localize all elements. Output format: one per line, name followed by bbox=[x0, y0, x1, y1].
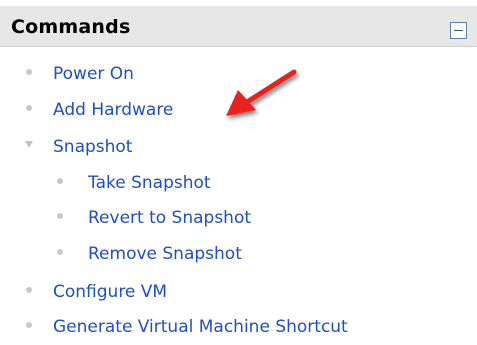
command-link[interactable]: Revert to Snapshot bbox=[88, 206, 251, 230]
command-link[interactable]: Configure VM bbox=[53, 280, 167, 304]
bullet-icon bbox=[57, 249, 63, 255]
command-link[interactable]: Add Hardware bbox=[53, 98, 173, 122]
commands-panel: Commands Power On Add Hardware Snapshot … bbox=[0, 0, 477, 345]
red-arrow-icon bbox=[226, 69, 297, 116]
panel-header: Commands bbox=[0, 6, 477, 47]
command-link[interactable]: Snapshot bbox=[53, 135, 132, 159]
bullet-icon bbox=[26, 287, 32, 293]
command-link[interactable]: Remove Snapshot bbox=[88, 242, 242, 266]
command-link[interactable]: Generate Virtual Machine Shortcut bbox=[53, 315, 348, 339]
bullet-icon bbox=[57, 178, 63, 184]
bullet-icon bbox=[26, 105, 32, 111]
panel-title: Commands bbox=[11, 16, 131, 38]
command-link[interactable]: Take Snapshot bbox=[88, 171, 211, 195]
expand-triangle-icon[interactable] bbox=[25, 141, 33, 148]
bullet-icon bbox=[26, 322, 32, 328]
command-link[interactable]: Power On bbox=[53, 62, 134, 86]
bullet-icon bbox=[26, 69, 32, 75]
bullet-icon bbox=[57, 213, 63, 219]
minus-box-icon[interactable] bbox=[450, 22, 467, 39]
